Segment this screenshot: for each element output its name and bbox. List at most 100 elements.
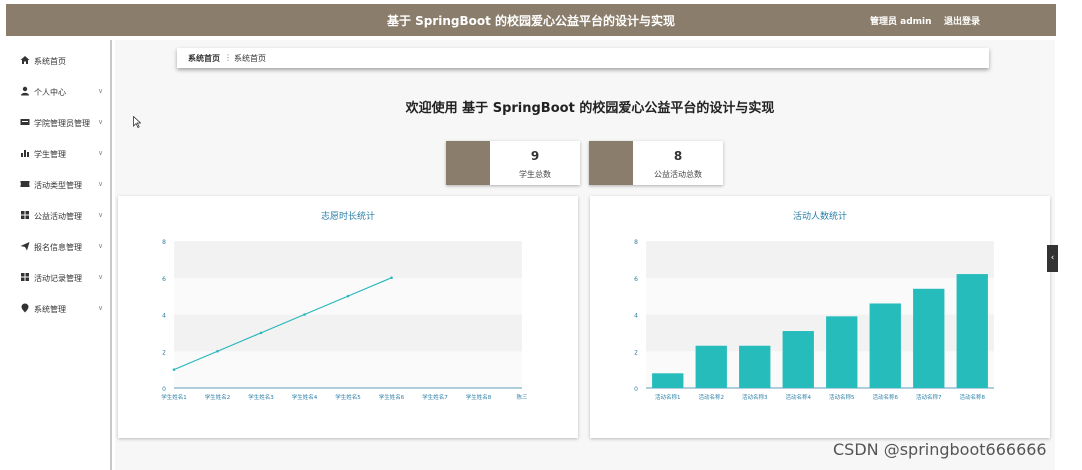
volunteer-hours-line-chart: 0 2 4 6 8 学生姓名1 学生姓名2 学生姓名3 学生姓名4 学生姓名5 学生姓名6 学生姓名7… [161,239,528,401]
x-tick-label: 活动名称5 [829,393,855,401]
user-icon [21,86,29,96]
grid-icon [21,273,29,281]
data-bar [782,331,814,388]
grid-band [174,314,522,352]
sidebar-item-label: 活动类型管理 [34,181,82,190]
data-point [172,368,176,371]
y-tick-label: 0 [634,386,638,393]
x-tick-label: 活动名称8 [960,393,986,401]
x-tick-label: 活动名称1 [655,393,681,401]
y-tick-label: 8 [162,239,166,246]
data-point [216,349,219,353]
stat-value: 8 [673,149,683,163]
y-tick-label: 2 [634,349,638,356]
chevron-down-icon: ∨ [98,211,104,219]
data-bar [913,288,945,388]
sidebar-item-college-admin[interactable]: 学院管理员管理 ∨ [6,105,112,136]
student-count-card: 9 学生总数 [446,141,580,185]
x-tick-label: 学生姓名8 [466,393,492,401]
y-tick-label: 2 [162,349,166,356]
chevron-down-icon: ∨ [98,180,104,188]
sidebar-item-activity-types[interactable]: 活动类型管理 ∨ [6,167,112,198]
grid-band [174,351,522,388]
data-bar [826,316,858,388]
y-tick-label: 6 [634,276,638,283]
sidebar-item-students[interactable]: 学生管理 ∨ [6,136,112,167]
mouse-cursor-icon [133,116,141,128]
x-tick-label: 活动名称2 [699,393,725,401]
sidebar-item-charity-activities[interactable]: 公益活动管理 ∨ [6,198,112,229]
y-tick-label: 8 [634,239,638,246]
card-icon [20,119,30,125]
sidebar-item-label: 学生管理 [34,150,66,159]
sidebar-item-activity-records[interactable]: 活动记录管理 ∨ [6,260,112,291]
x-tick-label: 学生姓名4 [292,393,318,401]
stat-value: 9 [530,149,540,163]
x-tick-label: 学生姓名2 [205,393,231,401]
data-point [390,276,393,280]
watermark: CSDN @springboot666666 [833,440,1047,459]
grid-band [174,241,522,278]
top-header: 基于 SpringBoot 的校园爱心公益平台的设计与实现 管理员 admin … [6,4,1056,36]
breadcrumb-current: 系统首页 [234,54,266,63]
sidebar-item-label: 个人中心 [34,88,66,97]
activity-count-card: 8 公益活动总数 [589,141,723,185]
grid-band [646,241,994,278]
welcome-heading: 欢迎使用 基于 SpringBoot 的校园爱心公益平台的设计与实现 [405,101,775,116]
sidebar-item-registrations[interactable]: 报名信息管理 ∨ [6,229,112,260]
bar-chart-icon [21,150,29,157]
sidebar: 系统首页 个人中心 ∨ 学院管理员管理 ∨ 学生管理 ∨ 活动类型管理 ∨ 公益… [6,40,112,470]
sidebar-item-label: 学院管理员管理 [34,119,90,128]
x-tick-label: 活动名称7 [916,393,942,401]
x-tick-label: 活动名称4 [786,393,812,401]
sidebar-item-label: 报名信息管理 [34,243,82,252]
send-icon [20,242,30,251]
ticket-icon [20,181,30,187]
x-tick-label: 学生姓名1 [161,393,187,401]
breadcrumb-home[interactable]: 系统首页 [188,53,220,64]
x-tick-label: 活动名称3 [742,393,768,401]
admin-username: 管理员 admin [870,17,932,27]
home-icon [20,56,30,64]
stat-label: 学生总数 [519,170,551,179]
data-point [259,331,263,335]
breadcrumb: 系统首页 ⋮ 系统首页 [177,48,989,68]
x-tick-label: 活动名称6 [873,393,899,401]
collapse-tab-button[interactable]: ‹ [1047,245,1058,272]
sidebar-item-label: 系统管理 [34,305,66,314]
pin-icon [21,303,29,313]
activity-participants-bar-chart: 0 2 4 6 8 活动名称1 活动名称2 活动名称3 活动名称4 活动名称5 活动名称6 活动名称7… [634,239,994,401]
y-tick-label: 0 [162,386,166,393]
chevron-down-icon: ∨ [98,149,104,157]
data-bar [652,373,684,388]
activity-participants-chart-card: 活动人数统计 0 2 4 6 8 活动名称1 活动名称2 活动名称3 活动名称4 活动名称5 活动名… [590,196,1050,438]
x-tick-label: 学生姓名5 [335,393,361,401]
breadcrumb-separator: ⋮ [224,53,232,62]
chevron-down-icon: ∨ [98,304,104,312]
volunteer-hours-chart-card: 志愿时长统计 0 2 4 6 8 学生姓名1 学生姓名2 学生姓名3 学生姓名4 学生姓名5 学生姓… [118,196,578,438]
y-tick-label: 4 [162,313,166,320]
sidebar-item-label: 活动记录管理 [34,274,82,283]
sidebar-item-personal-center[interactable]: 个人中心 ∨ [6,74,112,105]
stat-swatch [446,141,490,185]
chevron-down-icon: ∨ [98,118,104,126]
y-tick-label: 4 [634,313,638,320]
sidebar-item-system[interactable]: 系统管理 ∨ [6,291,112,322]
x-tick-label: 陈三 [516,393,528,401]
data-point [346,294,350,298]
chevron-down-icon: ∨ [98,242,104,250]
logout-button[interactable]: 退出登录 [944,14,980,27]
chevron-down-icon: ∨ [98,273,104,281]
data-bar [956,274,988,388]
x-tick-label: 学生姓名6 [379,393,405,401]
data-bar [739,345,771,388]
stat-swatch [589,141,633,185]
sidebar-item-home[interactable]: 系统首页 [6,43,112,74]
data-point [303,313,306,316]
grid-icon [21,211,29,219]
sidebar-item-label: 公益活动管理 [34,212,82,221]
x-tick-label: 学生姓名7 [422,393,448,401]
main-content: 系统首页 ⋮ 系统首页 欢迎使用 基于 SpringBoot 的校园爱心公益平台… [115,40,1055,470]
stat-label: 公益活动总数 [654,170,702,179]
chevron-down-icon: ∨ [98,87,104,95]
